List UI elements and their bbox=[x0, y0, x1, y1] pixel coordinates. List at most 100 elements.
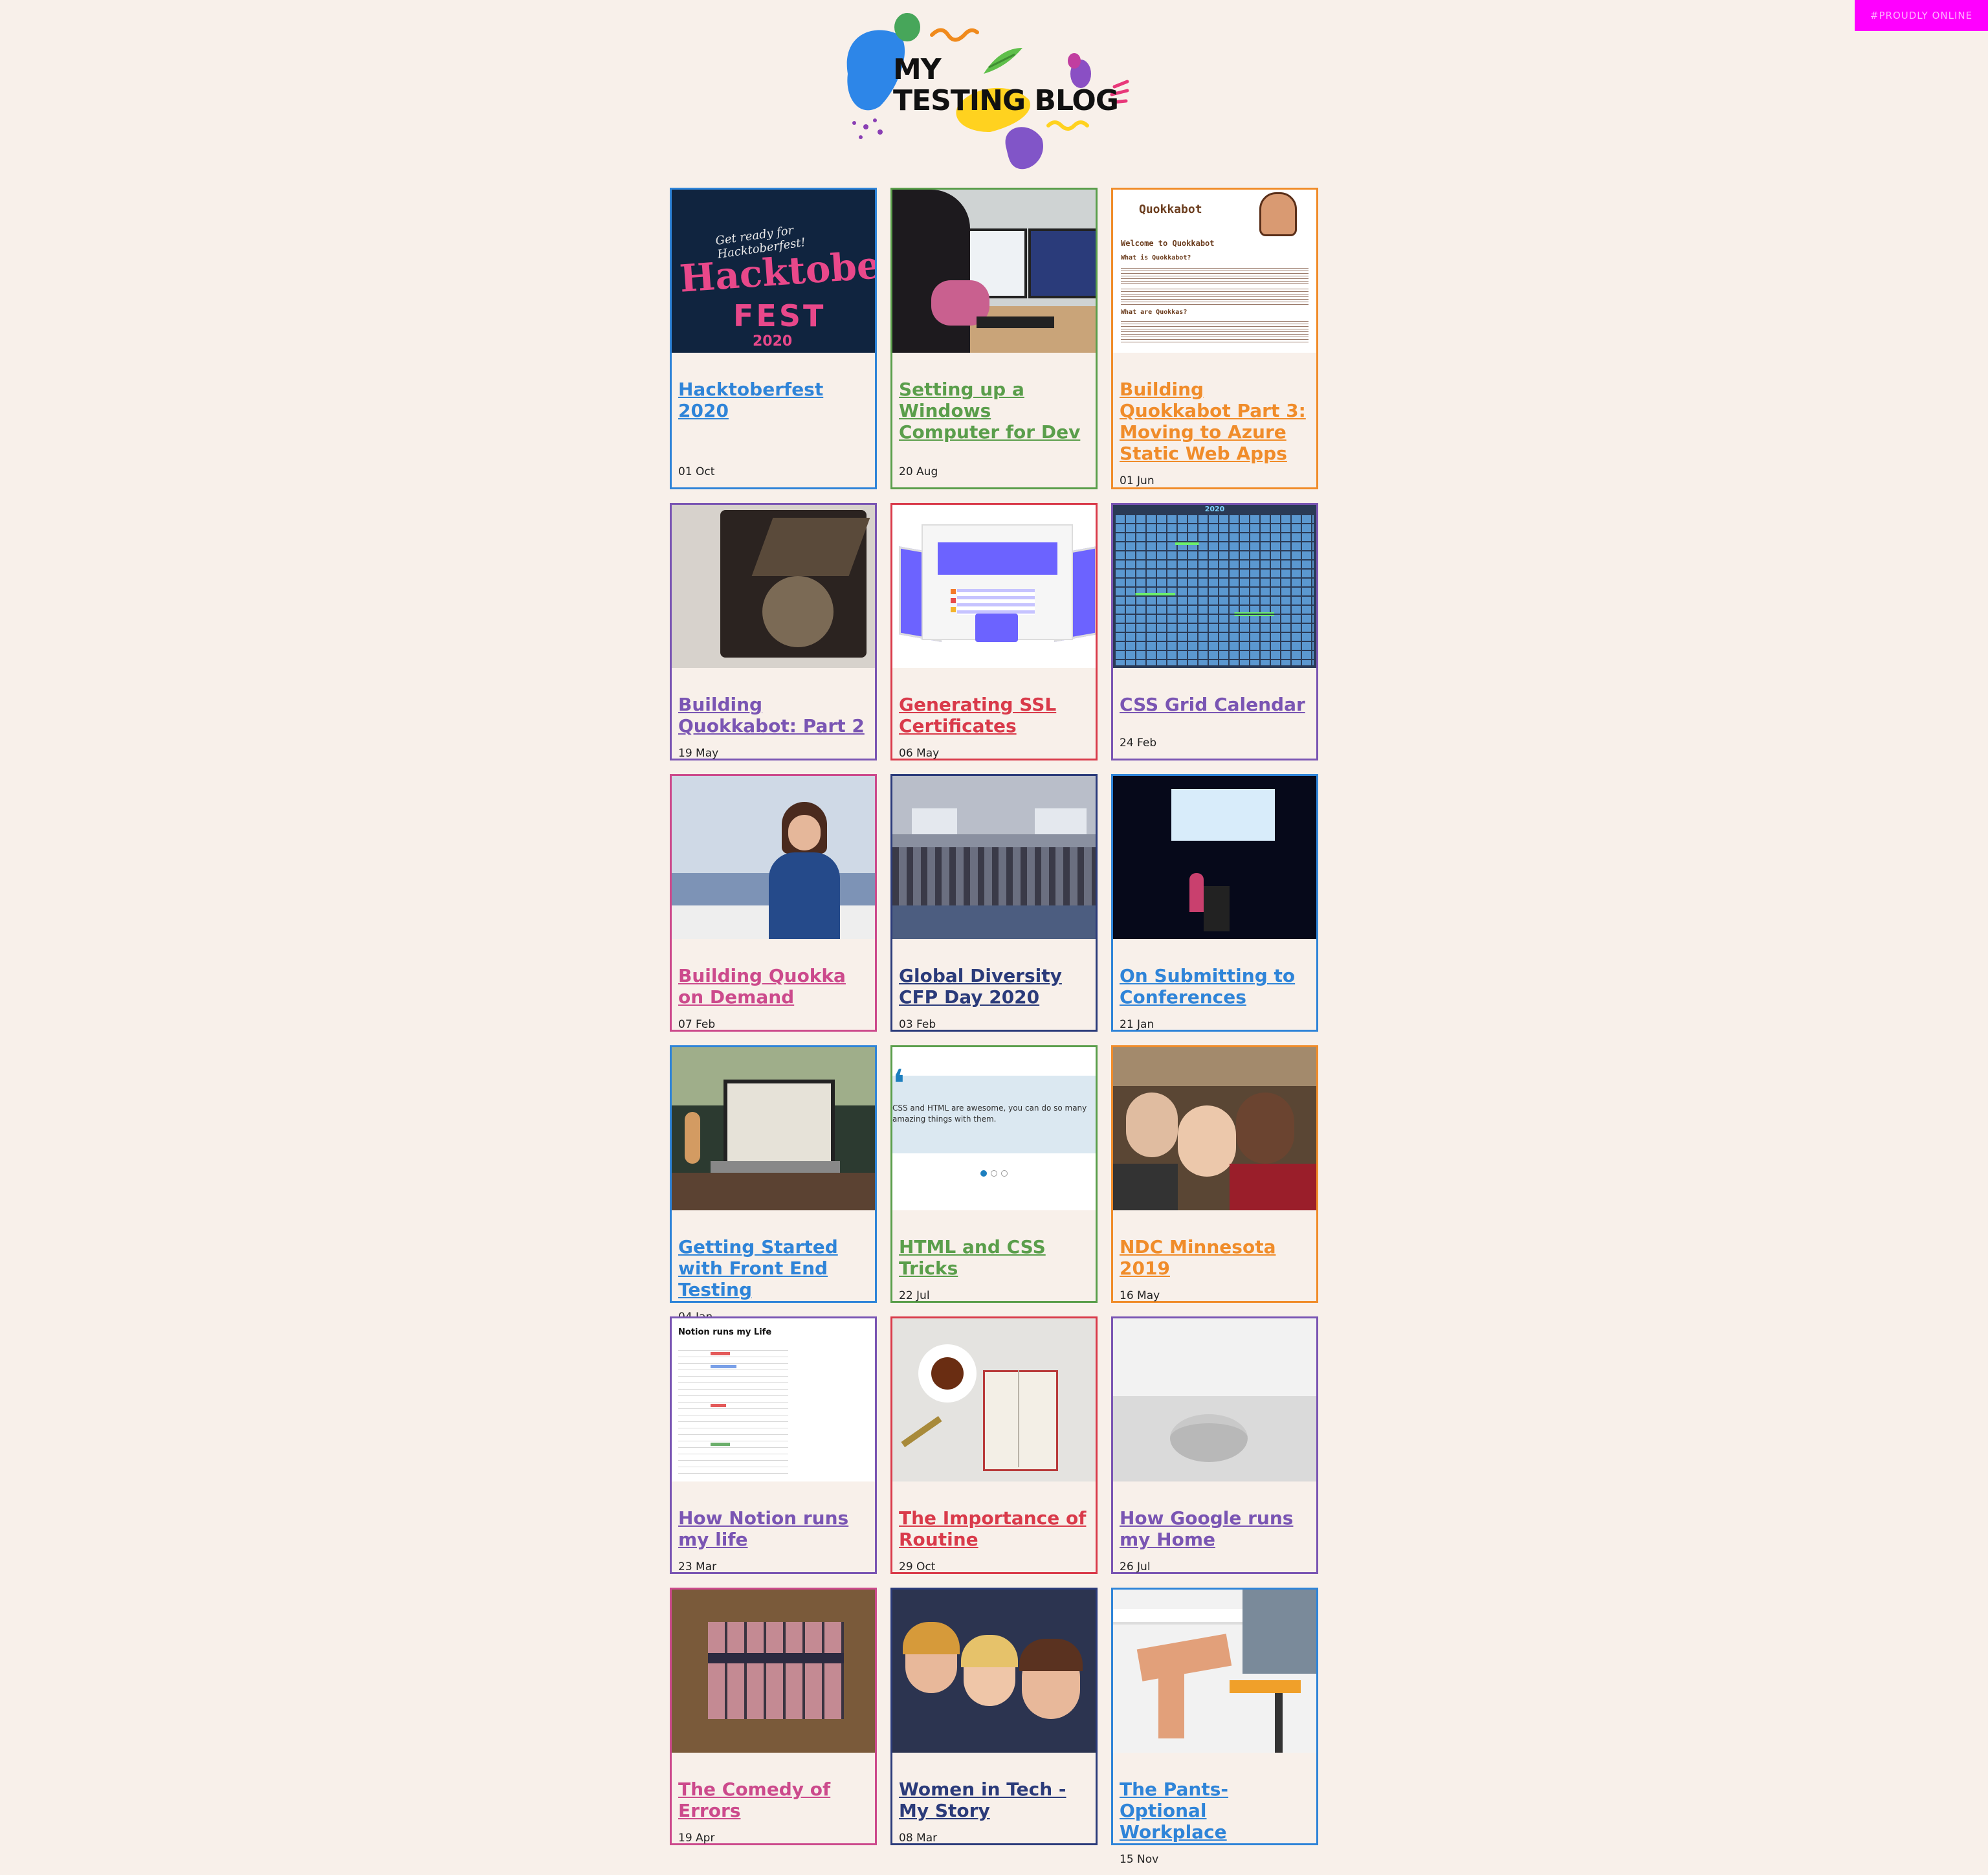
post-card-body: The Pants-Optional Workplace 15 Nov bbox=[1113, 1753, 1316, 1875]
thumbnail-shape bbox=[1113, 1318, 1316, 1396]
books-thumbnail[interactable] bbox=[672, 1590, 875, 1753]
thumbnail-shape bbox=[1121, 287, 1309, 305]
thumbnail-shape bbox=[892, 847, 1096, 905]
post-card[interactable]: Get ready for Hacktoberfest! Hacktober F… bbox=[670, 188, 877, 489]
room-thumbnail[interactable] bbox=[892, 776, 1096, 939]
post-card-body: Hacktoberfest 2020 01 Oct bbox=[672, 353, 875, 487]
post-date: 21 Jan bbox=[1120, 1018, 1154, 1031]
ssl-thumbnail[interactable] bbox=[892, 505, 1096, 668]
post-card[interactable]: Setting up a Windows Computer for Dev 20… bbox=[890, 188, 1098, 489]
post-title-link[interactable]: How Notion runs my life bbox=[678, 1507, 868, 1550]
post-card[interactable]: Women in Tech - My Story 08 Mar bbox=[890, 1588, 1098, 1845]
legs-thumbnail[interactable] bbox=[1113, 1590, 1316, 1753]
post-card[interactable]: Notion runs my Life How Notion runs my l… bbox=[670, 1316, 877, 1574]
post-card[interactable]: On Submitting to Conferences 21 Jan bbox=[1111, 774, 1318, 1032]
stage-thumbnail[interactable] bbox=[1113, 776, 1316, 939]
post-title-link[interactable]: NDC Minnesota 2019 bbox=[1120, 1236, 1310, 1279]
post-title-link[interactable]: CSS Grid Calendar bbox=[1120, 694, 1310, 715]
post-title-link[interactable]: Hacktoberfest 2020 bbox=[678, 379, 868, 421]
post-date: 01 Oct bbox=[678, 465, 715, 478]
notion-thumbnail[interactable]: Notion runs my Life bbox=[672, 1318, 875, 1481]
post-card-body: The Comedy of Errors 19 Apr bbox=[672, 1753, 875, 1854]
thumbnail-shape bbox=[951, 589, 956, 594]
selfie-thumbnail[interactable] bbox=[1113, 1047, 1316, 1210]
post-card-body: NDC Minnesota 2019 16 May bbox=[1113, 1210, 1316, 1311]
post-title-link[interactable]: Building Quokkabot: Part 2 bbox=[678, 694, 868, 737]
post-title-link[interactable]: Building Quokkabot Part 3: Moving to Azu… bbox=[1120, 379, 1310, 464]
thumbnail-shape bbox=[1170, 1414, 1248, 1462]
thumbnail-shape bbox=[892, 905, 1096, 939]
thumbnail-shape bbox=[1018, 1370, 1019, 1467]
quokkabot-thumbnail[interactable]: Quokkabot Welcome to Quokkabot What is Q… bbox=[1113, 190, 1316, 353]
thumbnail-shape bbox=[1113, 1164, 1178, 1210]
thumbnail-shape bbox=[788, 815, 821, 850]
post-card[interactable]: The Pants-Optional Workplace 15 Nov bbox=[1111, 1588, 1318, 1866]
thumbnail-shape bbox=[977, 316, 1054, 328]
hacktoberfest-thumbnail[interactable]: Get ready for Hacktoberfest! Hacktober F… bbox=[672, 190, 875, 353]
post-card-body: Women in Tech - My Story 08 Mar bbox=[892, 1753, 1096, 1854]
hacktober-fest: FEST bbox=[733, 298, 826, 333]
thumbnail-shape bbox=[1204, 886, 1230, 931]
post-card[interactable]: Getting Started with Front End Testing 0… bbox=[670, 1045, 877, 1324]
post-card-body: HTML and CSS Tricks 22 Jul bbox=[892, 1210, 1096, 1311]
post-card-body: Building Quokka on Demand 07 Feb bbox=[672, 939, 875, 1040]
thumbnail-shape bbox=[912, 808, 957, 834]
post-card-body: The Importance of Routine 29 Oct bbox=[892, 1481, 1096, 1582]
laptop-thumbnail[interactable] bbox=[672, 1047, 875, 1210]
thumbnail-shape bbox=[951, 598, 956, 603]
post-date: 01 Jun bbox=[1120, 474, 1154, 487]
post-date: 23 Mar bbox=[678, 1560, 717, 1573]
notion-heading: Notion runs my Life bbox=[678, 1327, 772, 1337]
post-card[interactable]: The Comedy of Errors 19 Apr bbox=[670, 1588, 877, 1845]
post-card[interactable]: 2020 CSS Grid Calendar 24 Feb bbox=[1111, 503, 1318, 760]
post-title-link[interactable]: On Submitting to Conferences bbox=[1120, 965, 1310, 1008]
post-card[interactable]: Building Quokka on Demand 07 Feb bbox=[670, 774, 877, 1032]
thumbnail-shape bbox=[678, 1344, 788, 1474]
tea-thumbnail[interactable] bbox=[892, 1318, 1096, 1481]
thumbnail-shape bbox=[1001, 1170, 1008, 1177]
crowd-thumbnail[interactable] bbox=[892, 1590, 1096, 1753]
post-card[interactable]: Building Quokkabot: Part 2 19 May bbox=[670, 503, 877, 760]
post-card[interactable]: Global Diversity CFP Day 2020 03 Feb bbox=[890, 774, 1098, 1032]
quote-mark-icon: ❛ bbox=[892, 1061, 905, 1107]
thumbnail-shape bbox=[1171, 789, 1275, 841]
thumbnail-shape bbox=[1242, 1590, 1316, 1674]
post-card[interactable]: The Importance of Routine 29 Oct bbox=[890, 1316, 1098, 1574]
blog-logo[interactable]: MY TESTING BLOG bbox=[835, 9, 1158, 177]
quokka-thumbnail[interactable] bbox=[672, 505, 875, 668]
post-title-link[interactable]: Global Diversity CFP Day 2020 bbox=[899, 965, 1089, 1008]
quote-thumbnail[interactable]: ❛ CSS and HTML are awesome, you can do s… bbox=[892, 1047, 1096, 1210]
post-card-body: Generating SSL Certificates 06 May bbox=[892, 668, 1096, 769]
desk-thumbnail[interactable] bbox=[892, 190, 1096, 353]
post-date: 06 May bbox=[899, 747, 940, 760]
talk-thumbnail[interactable] bbox=[672, 776, 875, 939]
post-card[interactable]: Quokkabot Welcome to Quokkabot What is Q… bbox=[1111, 188, 1318, 489]
calendar-thumbnail[interactable]: 2020 bbox=[1113, 505, 1316, 668]
proudly-online-badge[interactable]: #PROUDLY ONLINE bbox=[1855, 0, 1988, 31]
post-card[interactable]: ❛ CSS and HTML are awesome, you can do s… bbox=[890, 1045, 1098, 1303]
thumbnail-shape bbox=[951, 607, 956, 612]
thumbnail-shape bbox=[1230, 1164, 1316, 1210]
post-card-body: Building Quokkabot: Part 2 19 May bbox=[672, 668, 875, 769]
post-card[interactable]: Generating SSL Certificates 06 May bbox=[890, 503, 1098, 760]
post-date: 24 Feb bbox=[1120, 737, 1157, 749]
post-title-link[interactable]: The Comedy of Errors bbox=[678, 1779, 868, 1821]
post-card[interactable]: How Google runs my Home 26 Jul bbox=[1111, 1316, 1318, 1574]
post-title-link[interactable]: HTML and CSS Tricks bbox=[899, 1236, 1089, 1279]
post-title-link[interactable]: Women in Tech - My Story bbox=[899, 1779, 1089, 1821]
post-title-link[interactable]: Building Quokka on Demand bbox=[678, 965, 868, 1008]
thumbnail-shape bbox=[1189, 873, 1204, 912]
quote-text: CSS and HTML are awesome, you can do so … bbox=[892, 1104, 1087, 1124]
post-title-link[interactable]: How Google runs my Home bbox=[1120, 1507, 1310, 1550]
post-card-body: On Submitting to Conferences 21 Jan bbox=[1113, 939, 1316, 1040]
post-title-link[interactable]: The Pants-Optional Workplace bbox=[1120, 1779, 1310, 1843]
speaker-thumbnail[interactable] bbox=[1113, 1318, 1316, 1481]
post-card[interactable]: NDC Minnesota 2019 16 May bbox=[1111, 1045, 1318, 1303]
post-title-link[interactable]: Generating SSL Certificates bbox=[899, 694, 1089, 737]
post-title-link[interactable]: Setting up a Windows Computer for Dev bbox=[899, 379, 1089, 443]
post-title-link[interactable]: Getting Started with Front End Testing bbox=[678, 1236, 868, 1300]
quokkabot-heading: Quokkabot bbox=[1139, 203, 1202, 216]
thumbnail-shape bbox=[769, 852, 840, 939]
post-title-link[interactable]: The Importance of Routine bbox=[899, 1507, 1089, 1550]
thumbnail-shape bbox=[975, 614, 1018, 642]
